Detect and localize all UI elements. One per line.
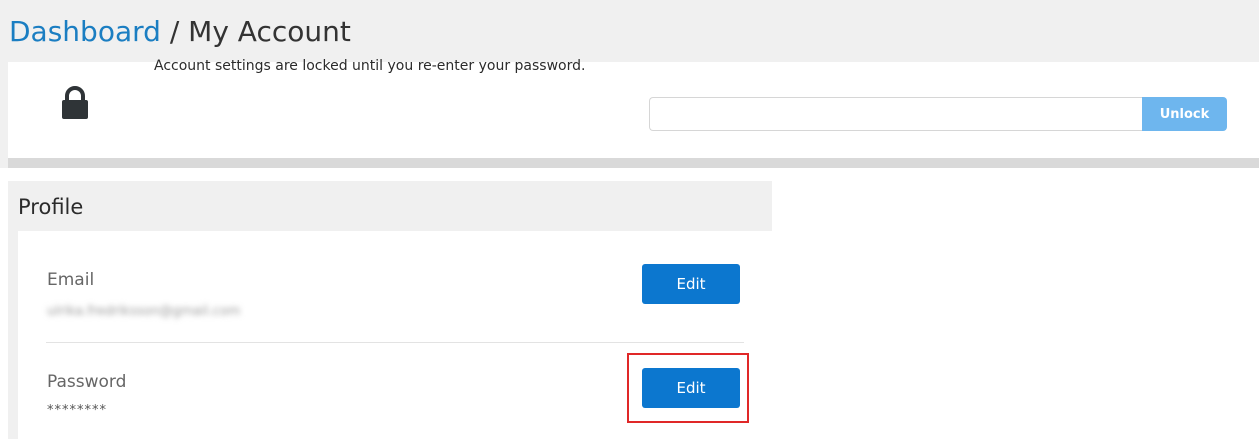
email-label: Email — [47, 270, 95, 290]
breadcrumb: Dashboard / My Account — [9, 12, 351, 52]
lock-icon — [62, 86, 88, 119]
page-title: My Account — [188, 15, 351, 48]
password-value: ******** — [47, 403, 107, 418]
breadcrumb-separator: / — [160, 15, 189, 48]
email-value: ulrika.fredriksson@gmail.com — [47, 304, 241, 319]
profile-title: Profile — [18, 195, 84, 219]
breadcrumb-dashboard-link[interactable]: Dashboard — [9, 15, 161, 48]
row-divider — [46, 342, 744, 343]
banner-shadow — [8, 158, 1259, 168]
password-label: Password — [47, 372, 127, 392]
lock-banner: Account settings are locked until you re… — [8, 58, 1259, 168]
unlock-button[interactable]: Unlock — [1142, 97, 1227, 131]
edit-email-button[interactable]: Edit — [642, 264, 740, 304]
highlight-box — [627, 353, 749, 423]
lock-message: Account settings are locked until you re… — [154, 58, 586, 74]
password-input[interactable] — [649, 97, 1142, 131]
